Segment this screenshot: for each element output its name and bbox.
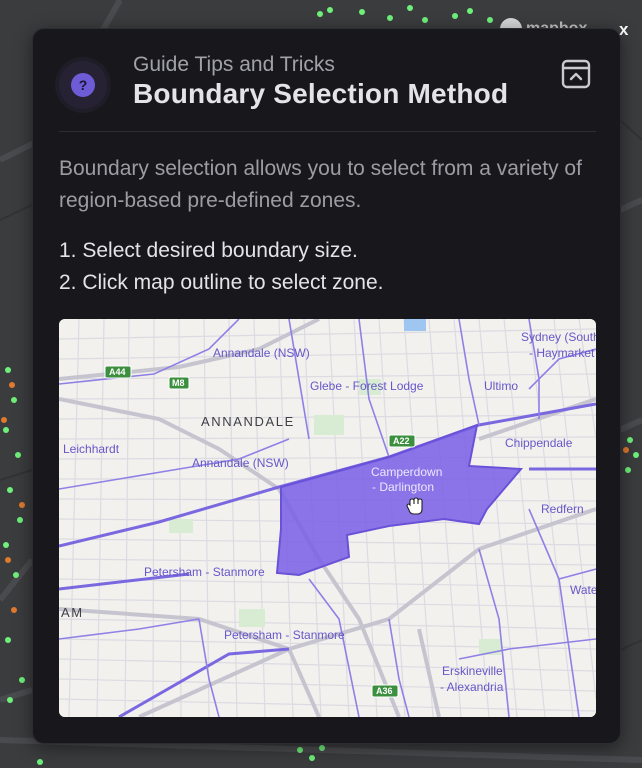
help-badge: ? <box>59 61 107 109</box>
guide-description: Boundary selection allows you to select … <box>59 157 582 212</box>
shield-label: A36 <box>376 686 393 696</box>
map-label: AM <box>61 605 84 620</box>
question-icon: ? <box>71 73 95 97</box>
water-area <box>404 319 426 331</box>
map-label: Chippendale <box>505 436 573 450</box>
collapse-button[interactable] <box>561 59 591 89</box>
map-label: Annandale (NSW) <box>192 456 289 470</box>
map-label: Petersham - Stanmore <box>224 628 345 642</box>
map-label: Glebe - Forest Lodge <box>310 379 424 393</box>
shield-label: A22 <box>393 436 410 446</box>
step-item: 1. Select desired boundary size. <box>59 239 358 262</box>
guide-steps: 1. Select desired boundary size. 2. Clic… <box>59 235 384 299</box>
map-label: Camperdown <box>371 465 442 479</box>
map-preview: Annandale (NSW) Glebe - Forest Lodge Ult… <box>59 319 596 717</box>
map-label: - Alexandria <box>440 680 504 694</box>
road-shield-a44: A44 <box>104 365 132 379</box>
step-item: 2. Click map outline to select zone. <box>59 271 384 294</box>
modal-title: Boundary Selection Method <box>133 78 509 109</box>
map-label: Petersham - Stanmore <box>144 565 265 579</box>
map-label: - Haymarket <box>529 346 595 360</box>
map-preview-svg: Annandale (NSW) Glebe - Forest Lodge Ult… <box>59 319 596 717</box>
map-label: Ultimo <box>484 379 518 393</box>
map-label: Leichhardt <box>63 442 120 456</box>
guide-tips-modal: ? Guide Tips and Tricks Boundary Selecti… <box>32 28 621 744</box>
map-label: ANNANDALE <box>201 414 295 429</box>
road-shield-a36: A36 <box>371 684 399 698</box>
modal-header: ? Guide Tips and Tricks Boundary Selecti… <box>33 29 620 132</box>
collapse-panel-icon <box>561 59 591 89</box>
road-shield-a22: A22 <box>388 434 416 448</box>
header-divider <box>59 131 596 132</box>
road-shield-m8: M8 <box>168 376 190 390</box>
map-label: Erskineville <box>442 664 503 678</box>
map-label: Wate <box>570 583 596 597</box>
map-label: Sydney (South) <box>521 330 596 344</box>
shield-label: M8 <box>172 378 185 388</box>
map-label: - Darlington <box>372 480 434 494</box>
map-label: Redfern <box>541 502 584 516</box>
map-label: Annandale (NSW) <box>213 346 310 360</box>
shield-label: A44 <box>109 367 126 377</box>
modal-subtitle: Guide Tips and Tricks <box>133 53 335 76</box>
